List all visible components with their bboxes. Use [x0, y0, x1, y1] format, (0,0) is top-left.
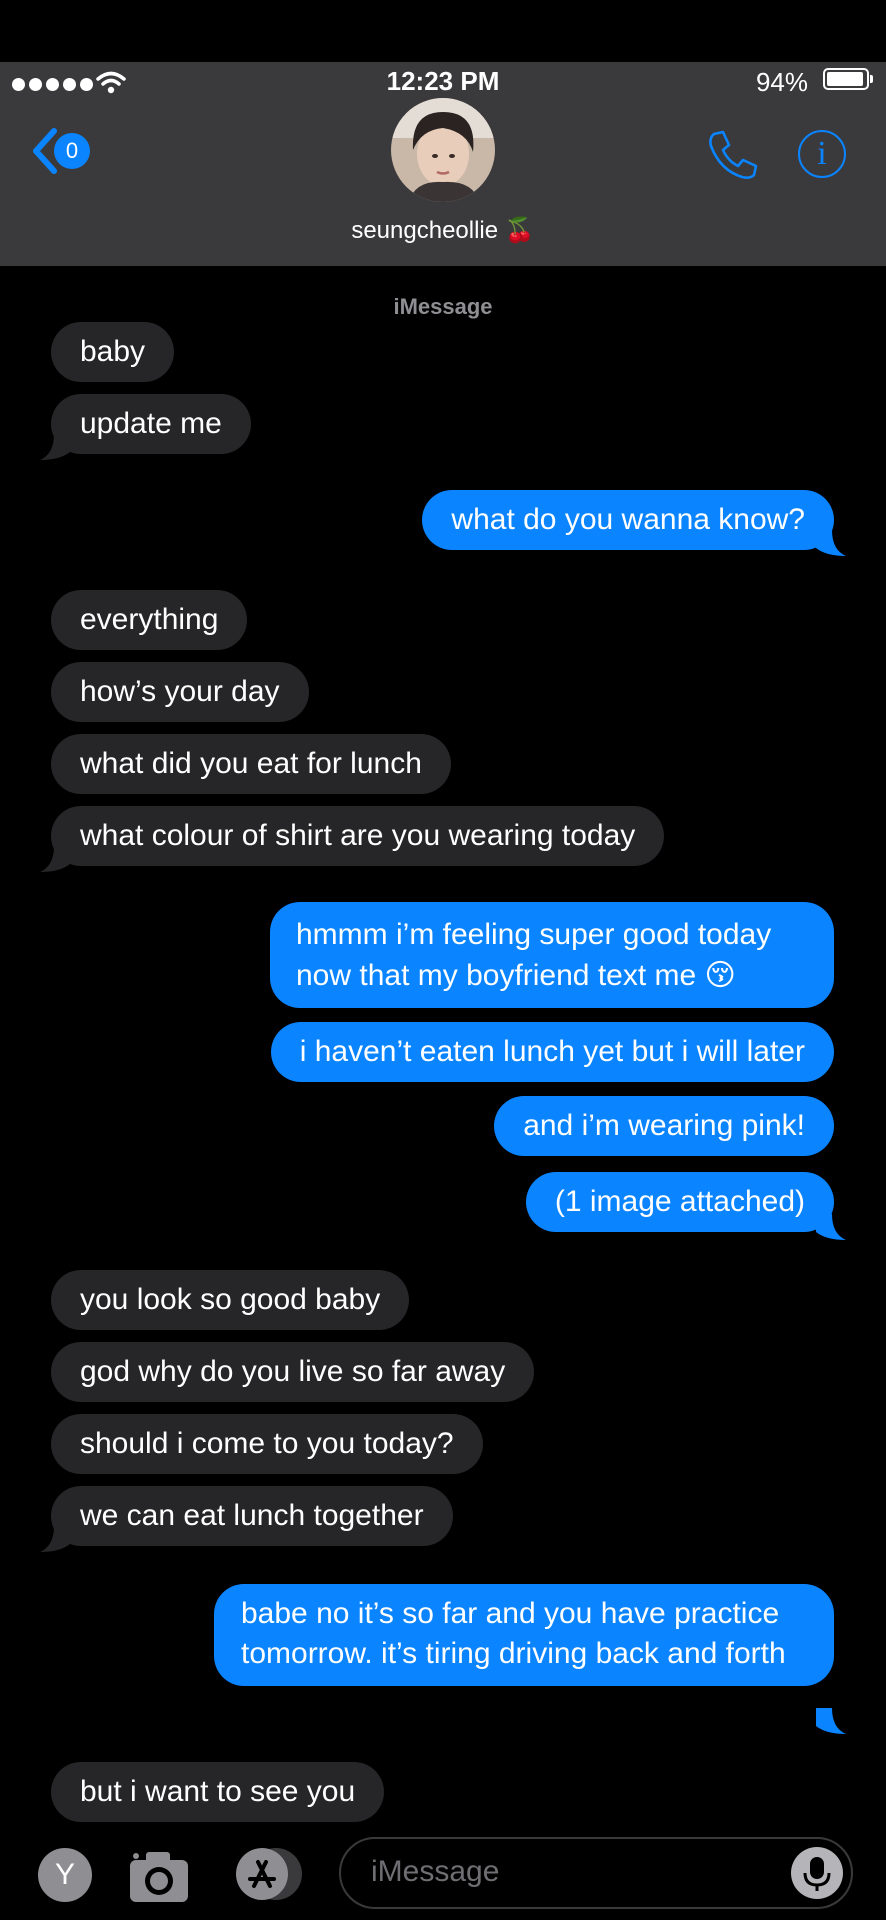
message-outgoing[interactable]: babe no it’s so far and you have practic…: [214, 1584, 834, 1686]
message-outgoing[interactable]: i haven’t eaten lunch yet but i will lat…: [270, 1022, 834, 1082]
bubble-tail: [40, 1526, 70, 1552]
bubble-tail: [816, 530, 846, 556]
message-outgoing[interactable]: (1 image attached): [525, 1172, 834, 1232]
message-incoming[interactable]: everything: [51, 590, 248, 650]
service-label: iMessage: [393, 294, 493, 319]
battery-icon: [823, 68, 873, 90]
unread-count-badge: 0: [54, 133, 90, 169]
app-store-button[interactable]: [232, 1846, 304, 1902]
status-time: 12:23 PM: [386, 66, 500, 96]
message-incoming[interactable]: what did you eat for lunch: [51, 734, 451, 794]
message-incoming[interactable]: you look so good baby: [51, 1270, 410, 1330]
camera-icon[interactable]: [128, 1848, 190, 1904]
bubble-tail: [40, 434, 70, 460]
contact-name[interactable]: seungcheollie 🍒: [0, 216, 886, 245]
avatar-photo: [391, 98, 495, 202]
message-input-placeholder: iMessage: [371, 1855, 500, 1888]
message-outgoing[interactable]: hmmm i’m feeling super good today now th…: [270, 902, 834, 1008]
back-button[interactable]: 0: [30, 128, 90, 174]
message-outgoing[interactable]: and i’m wearing pink!: [494, 1096, 834, 1156]
apps-letter: Y: [54, 1858, 75, 1891]
message-incoming[interactable]: should i come to you today?: [51, 1414, 483, 1474]
bubble-tail: [816, 1708, 846, 1734]
contact-avatar[interactable]: [391, 98, 495, 202]
message-outgoing[interactable]: what do you wanna know?: [422, 490, 834, 550]
battery-percentage: 94%: [755, 67, 808, 97]
message-incoming[interactable]: how’s your day: [51, 662, 309, 722]
microphone-button[interactable]: [791, 1847, 843, 1899]
message-input[interactable]: iMessage: [339, 1837, 853, 1909]
phone-call-icon[interactable]: [706, 128, 760, 182]
message-incoming[interactable]: god why do you live so far away: [51, 1342, 535, 1402]
message-incoming[interactable]: we can eat lunch together: [51, 1486, 453, 1546]
message-incoming[interactable]: but i want to see you: [51, 1762, 385, 1822]
bubble-tail: [40, 846, 70, 872]
message-incoming[interactable]: baby: [51, 322, 175, 382]
microphone-icon: [803, 1857, 831, 1891]
message-incoming[interactable]: what colour of shirt are you wearing tod…: [51, 806, 665, 866]
app-store-icon: [236, 1848, 302, 1900]
message-incoming[interactable]: update me: [51, 394, 251, 454]
apps-button[interactable]: Y: [38, 1848, 92, 1902]
info-icon[interactable]: i: [798, 130, 846, 178]
bubble-tail: [816, 1214, 846, 1240]
